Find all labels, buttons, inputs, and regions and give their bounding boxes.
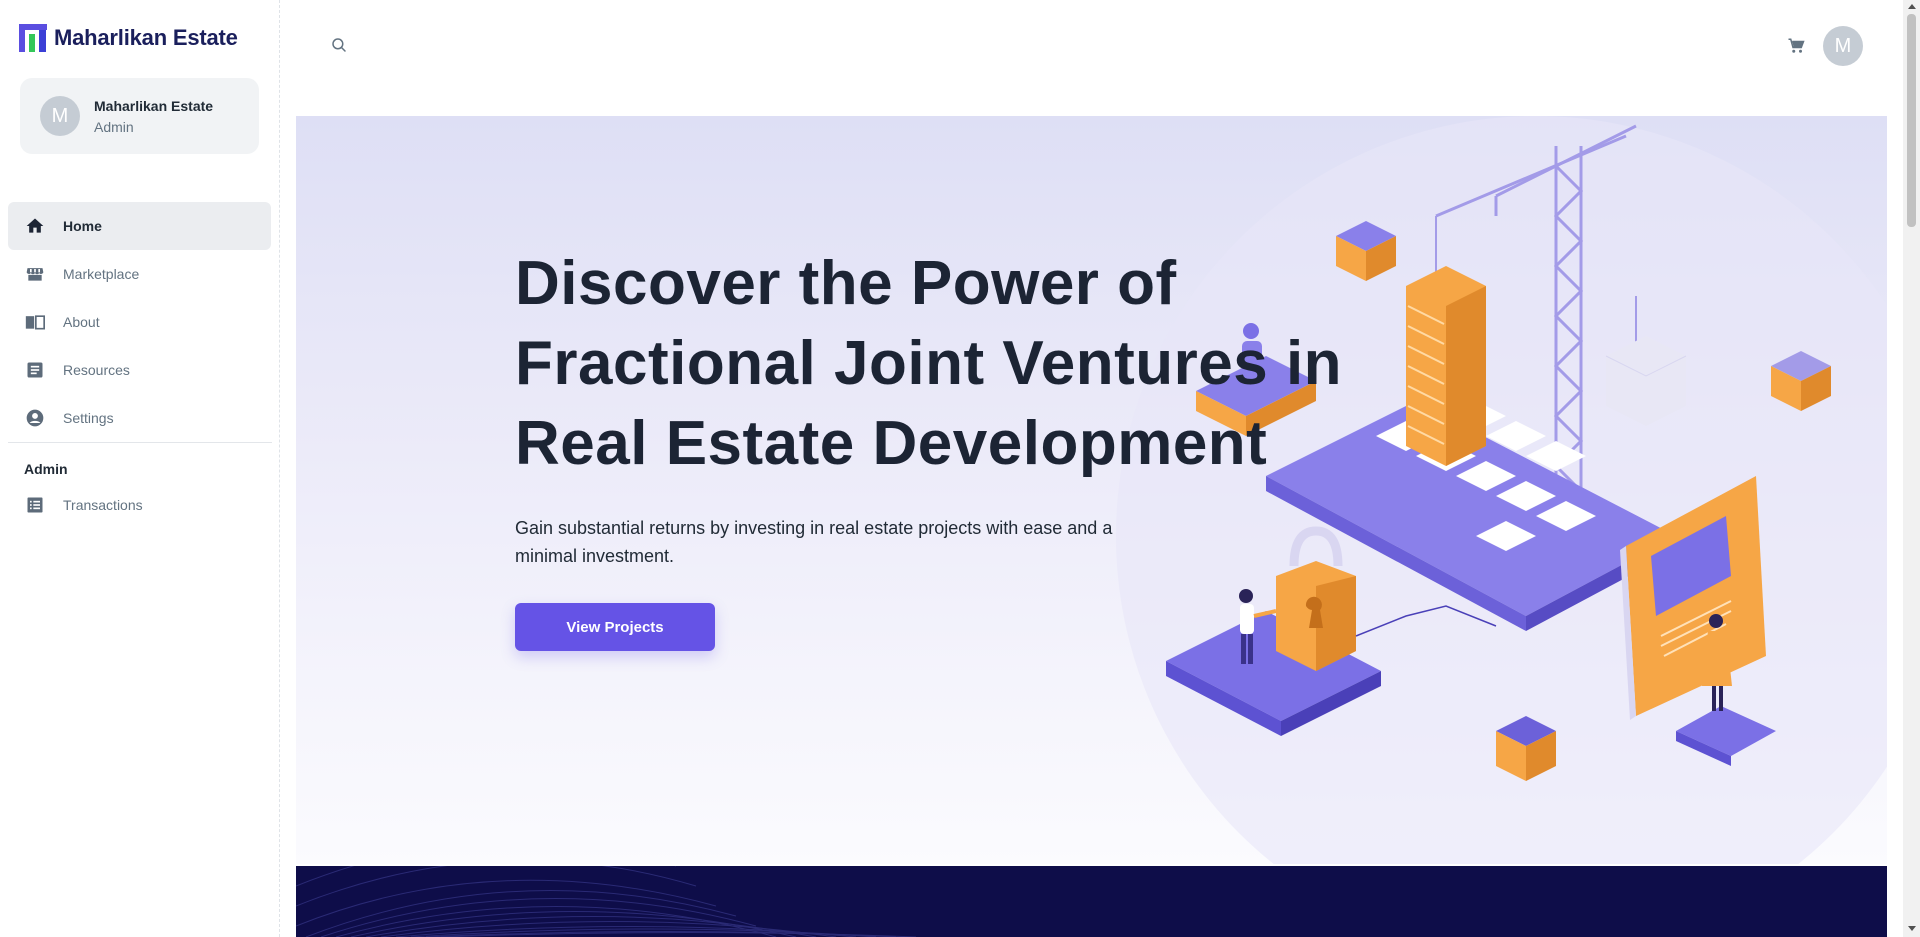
sidebar-nav: Home Marketplace About Resources Setting… (8, 202, 271, 442)
cart-icon (1788, 38, 1805, 53)
sidebar-item-label: Resources (63, 362, 130, 378)
brand-logo[interactable]: Maharlikan Estate (19, 24, 238, 52)
account-role: Admin (94, 118, 134, 135)
hero-title: Discover the Power of Fractional Joint V… (515, 249, 1343, 478)
avatar: M (40, 96, 80, 136)
document-icon (27, 362, 43, 378)
admin-nav: Transactions (8, 481, 271, 529)
store-icon (26, 268, 44, 281)
sidebar-item-label: Marketplace (63, 266, 140, 282)
dark-feature-band (296, 866, 1887, 937)
sidebar-item-label: Home (63, 218, 102, 234)
search-icon (332, 38, 346, 52)
receipt-icon (27, 497, 43, 513)
account-info: Maharlikan Estate Admin (94, 98, 213, 135)
nav-divider (8, 442, 272, 443)
brand-name: Maharlikan Estate (54, 25, 238, 50)
wave-pattern (296, 866, 917, 937)
nav-section-admin: Admin (24, 461, 68, 477)
home-icon (26, 218, 44, 233)
real-estate-illustration (1116, 116, 1887, 864)
sidebar-item-settings[interactable]: Settings (8, 394, 271, 442)
page-scrollbar[interactable] (1903, 0, 1920, 937)
scroll-thumb[interactable] (1907, 14, 1916, 227)
hero-section: Discover the Power of Fractional Joint V… (296, 116, 1887, 864)
sidebar: Maharlikan Estate M Maharlikan Estate Ad… (0, 0, 280, 937)
cart-button[interactable] (1783, 33, 1809, 59)
account-name: Maharlikan Estate (94, 97, 214, 114)
sidebar-item-resources[interactable]: Resources (8, 346, 271, 394)
header-avatar[interactable]: M (1823, 26, 1863, 66)
sidebar-item-label: About (63, 314, 100, 330)
sidebar-item-label: Transactions (63, 497, 143, 513)
user-circle-icon (26, 409, 44, 427)
sidebar-item-home[interactable]: Home (8, 202, 271, 250)
scroll-down-icon[interactable] (1908, 926, 1916, 931)
logo-icon (19, 24, 47, 52)
sidebar-item-about[interactable]: About (8, 298, 271, 346)
sidebar-item-transactions[interactable]: Transactions (8, 481, 271, 529)
sidebar-item-marketplace[interactable]: Marketplace (8, 250, 271, 298)
hero-subtitle: Gain substantial returns by investing in… (515, 518, 1113, 566)
book-open-icon (25, 315, 45, 330)
scroll-up-icon[interactable] (1908, 4, 1916, 9)
view-projects-button[interactable]: View Projects (515, 603, 715, 651)
account-card[interactable]: M Maharlikan Estate Admin (20, 78, 259, 154)
search-button[interactable] (324, 30, 354, 60)
sidebar-item-label: Settings (63, 410, 114, 426)
